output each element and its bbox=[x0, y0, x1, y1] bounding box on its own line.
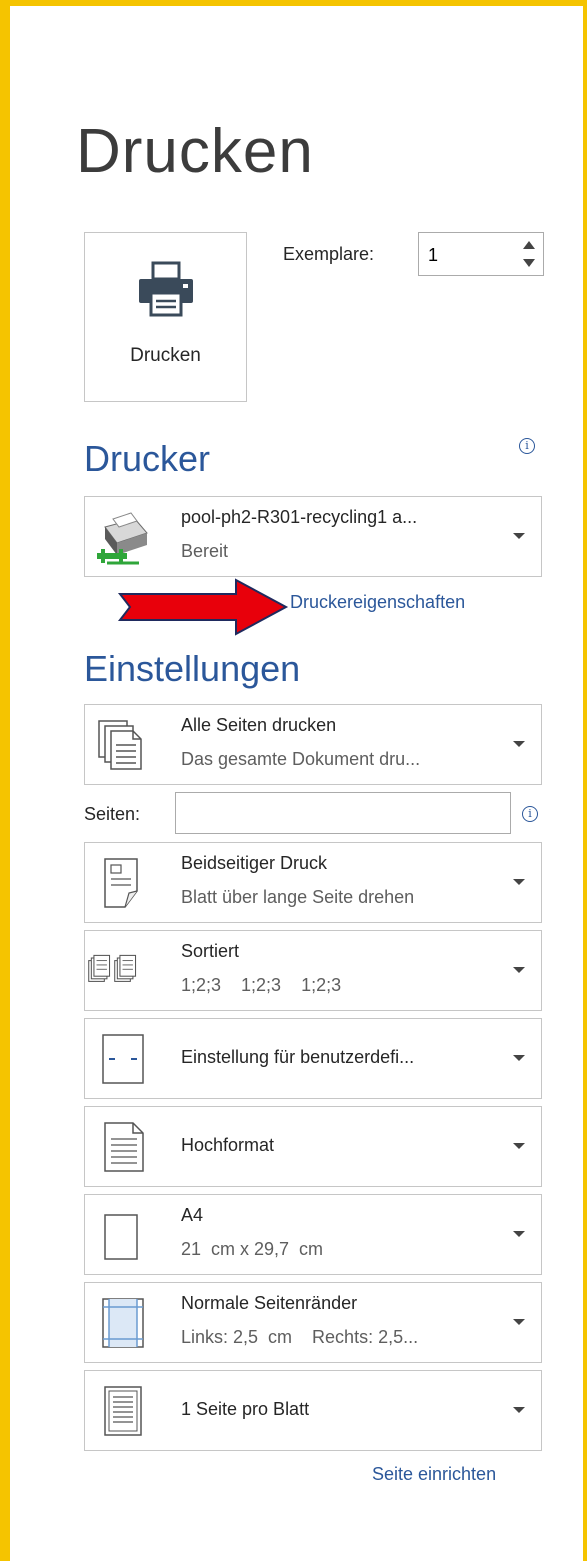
spin-up-icon[interactable] bbox=[523, 241, 535, 249]
dropdown-line2: Links: 2,5 cm Rechts: 2,5... bbox=[181, 1327, 419, 1347]
dropdown-line2: 21 cm x 29,7 cm bbox=[181, 1239, 324, 1259]
printer-heading: Drucker bbox=[84, 438, 211, 479]
spin-down-icon[interactable] bbox=[523, 259, 535, 267]
chevron-down-icon bbox=[513, 1407, 525, 1413]
dropdown-value: Hochformat bbox=[181, 1135, 275, 1155]
paper-size-dropdown[interactable]: A4 21 cm x 29,7 cm bbox=[84, 1194, 542, 1275]
duplex-dropdown[interactable]: Beidseitiger Druck Blatt über lange Seit… bbox=[84, 842, 542, 923]
orientation-dropdown[interactable]: Hochformat bbox=[84, 1106, 542, 1187]
custom-page-icon bbox=[102, 1034, 144, 1084]
red-arrow-annotation bbox=[117, 578, 289, 636]
pages-info-icon[interactable]: i bbox=[522, 806, 538, 822]
printer-dropdown[interactable]: pool-ph2-R301-recycling1 a... Bereit bbox=[84, 496, 542, 577]
page-setup-link[interactable]: Seite einrichten bbox=[372, 1464, 496, 1485]
chevron-down-icon bbox=[513, 533, 525, 539]
dropdown-value: Einstellung für benutzerdefi... bbox=[181, 1047, 415, 1067]
chevron-down-icon bbox=[513, 1055, 525, 1061]
dropdown-line1: Beidseitiger Druck bbox=[181, 853, 328, 873]
margins-dropdown[interactable]: Normale Seitenränder Links: 2,5 cm Recht… bbox=[84, 1282, 542, 1363]
chevron-down-icon bbox=[513, 1319, 525, 1325]
pages-per-sheet-icon bbox=[104, 1386, 142, 1436]
pages-input[interactable] bbox=[175, 792, 511, 834]
pages-stack-icon bbox=[98, 720, 142, 770]
print-range-dropdown[interactable]: Alle Seiten drucken Das gesamte Dokument… bbox=[84, 704, 542, 785]
network-printer-icon bbox=[97, 512, 148, 565]
dropdown-line1: Sortiert bbox=[181, 941, 240, 961]
paper-size-icon bbox=[104, 1214, 138, 1260]
chevron-down-icon bbox=[513, 1231, 525, 1237]
printer-info-icon[interactable]: i bbox=[519, 438, 535, 454]
printer-status: Bereit bbox=[181, 541, 229, 561]
print-button[interactable]: Drucken bbox=[84, 232, 247, 402]
collated-pages-icon bbox=[88, 954, 137, 982]
dropdown-line1: Normale Seitenränder bbox=[181, 1293, 358, 1313]
collate-dropdown[interactable]: Sortiert 1;2;3 1;2;3 1;2;3 bbox=[84, 930, 542, 1011]
settings-heading: Einstellungen bbox=[84, 648, 301, 689]
chevron-down-icon bbox=[513, 1143, 525, 1149]
dropdown-line2: Blatt über lange Seite drehen bbox=[181, 887, 415, 907]
dropdown-line2: 1;2;3 1;2;3 1;2;3 bbox=[181, 975, 342, 995]
duplex-page-icon bbox=[104, 858, 138, 908]
printer-name: pool-ph2-R301-recycling1 a... bbox=[181, 507, 418, 527]
copies-stepper[interactable]: 1 bbox=[418, 232, 544, 276]
page-title: Drucken bbox=[76, 117, 314, 186]
chevron-down-icon bbox=[513, 967, 525, 973]
margins-icon bbox=[102, 1298, 144, 1348]
dropdown-value: 1 Seite pro Blatt bbox=[181, 1399, 310, 1419]
copies-label: Exemplare: bbox=[283, 244, 375, 264]
copies-value[interactable]: 1 bbox=[428, 245, 438, 266]
dropdown-line1: Alle Seiten drucken bbox=[181, 715, 337, 735]
copies-spinner[interactable] bbox=[519, 237, 539, 271]
chevron-down-icon bbox=[513, 879, 525, 885]
dropdown-line2: Das gesamte Dokument dru... bbox=[181, 749, 421, 769]
custom-print-dropdown[interactable]: Einstellung für benutzerdefi... bbox=[84, 1018, 542, 1099]
printer-properties-link[interactable]: Druckereigenschaften bbox=[290, 592, 465, 613]
pages-label: Seiten: bbox=[84, 804, 141, 824]
printer-icon bbox=[139, 261, 193, 317]
portrait-page-icon bbox=[104, 1122, 144, 1172]
dropdown-line1: A4 bbox=[181, 1205, 204, 1225]
chevron-down-icon bbox=[513, 741, 525, 747]
pages-per-sheet-dropdown[interactable]: 1 Seite pro Blatt bbox=[84, 1370, 542, 1451]
print-button-label: Drucken bbox=[130, 345, 201, 366]
